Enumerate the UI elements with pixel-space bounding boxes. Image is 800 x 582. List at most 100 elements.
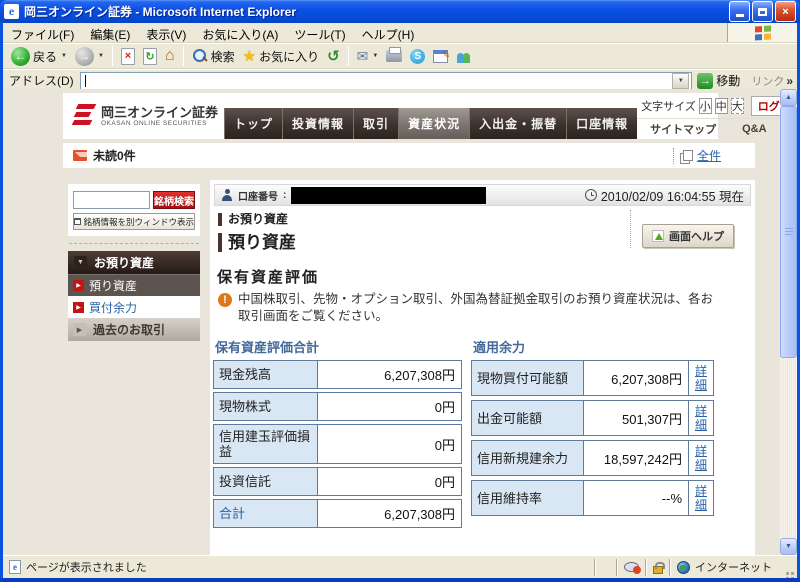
resize-grip[interactable] <box>781 556 797 578</box>
menu-bar: ファイル(F) 編集(E) 表示(V) お気に入り(A) ツール(T) ヘルプ(… <box>3 23 797 43</box>
tab-trade[interactable]: 取引 <box>353 108 398 139</box>
browser-window: e 岡三オンライン証券 - Microsoft Internet Explore… <box>0 0 800 582</box>
font-size-large-button[interactable]: 大 <box>731 98 744 114</box>
home-button[interactable]: ⌂ <box>161 47 179 65</box>
all-messages-link[interactable]: 全件 <box>697 147 721 164</box>
scrollbar-thumb[interactable] <box>780 106 797 358</box>
go-button[interactable]: → 移動 <box>692 72 745 89</box>
table-row: 信用維持率 --% 詳細 <box>471 480 714 516</box>
link-qa[interactable]: Q&A <box>729 123 779 135</box>
row-value: 18,597,242円 <box>584 441 688 475</box>
link-sitemap[interactable]: サイトマップ <box>637 121 729 137</box>
popup-blocked-indicator[interactable] <box>618 556 645 578</box>
menu-edit[interactable]: 編集(E) <box>82 23 138 42</box>
back-dropdown-icon[interactable]: ▼ <box>61 53 67 59</box>
tab-asset-status[interactable]: 資産状況 <box>398 108 469 139</box>
site-header: 岡三オンライン証券 OKASAN ONLINE SECURITIES トップ 投… <box>63 93 718 139</box>
security-indicator[interactable] <box>647 556 669 578</box>
page-viewport: 岡三オンライン証券 OKASAN ONLINE SECURITIES トップ 投… <box>3 89 797 555</box>
address-dropdown-icon[interactable]: ▼ <box>672 73 689 89</box>
tab-account-info[interactable]: 口座情報 <box>566 108 637 139</box>
detail-link[interactable]: 詳細 <box>695 364 708 392</box>
thumb-grip <box>785 228 793 236</box>
refresh-button[interactable]: ↻ <box>139 47 161 66</box>
sidebar-item-deposit-assets[interactable]: ▶ 預り資産 <box>68 274 200 296</box>
search-button[interactable]: 検索 <box>188 47 239 66</box>
forward-dropdown-icon[interactable]: ▼ <box>98 53 104 59</box>
scroll-down-button[interactable]: ▼ <box>780 538 797 555</box>
site-logo[interactable]: 岡三オンライン証券 OKASAN ONLINE SECURITIES <box>63 93 224 139</box>
address-input[interactable]: ▼ <box>80 72 693 90</box>
font-size-medium-button[interactable]: 中 <box>715 98 728 114</box>
sidebar: 銘柄検索 銘柄情報を別ウィンドウ表示 ▼ お預り資産 ▶ 預り資産 ▶ 買付余力 <box>68 184 200 341</box>
stop-button[interactable]: × <box>117 47 139 66</box>
tab-deposit-transfer[interactable]: 入出金・振替 <box>469 108 566 139</box>
mail-dropdown-icon[interactable]: ▼ <box>372 53 378 59</box>
stock-info-popup-button[interactable]: 銘柄情報を別ウィンドウ表示 <box>73 213 195 230</box>
skype-button[interactable]: S <box>406 48 429 65</box>
print-button[interactable] <box>382 49 406 63</box>
mail-button[interactable]: ✉ ▼ <box>353 47 383 66</box>
tab-top[interactable]: トップ <box>224 108 282 139</box>
links-chevron-icon[interactable]: » <box>786 74 793 88</box>
account-number-redacted <box>291 187 486 204</box>
row-value: 6,207,308円 <box>318 500 461 527</box>
stock-search-input[interactable] <box>73 191 150 209</box>
applicable-margin: 適用余力 現物買付可能額 6,207,308円 詳細 出金可能額 501,307… <box>471 337 714 531</box>
address-label: アドレス(D) <box>9 72 74 89</box>
favorites-button[interactable]: ★ お気に入り <box>239 46 323 66</box>
minimize-button[interactable] <box>729 1 750 22</box>
new-window-icon <box>74 218 81 225</box>
back-button[interactable]: ← 戻る ▼ <box>7 46 71 67</box>
row-value: 6,207,308円 <box>584 361 688 395</box>
messenger-button[interactable] <box>452 48 476 64</box>
detail-link[interactable]: 詳細 <box>695 444 708 472</box>
window-title: 岡三オンライン証券 - Microsoft Internet Explorer <box>24 3 727 20</box>
table-row-total: 合計 6,207,308円 <box>213 499 462 528</box>
section-title-valuation: 保有資産評価 <box>217 266 748 287</box>
screen-help-button[interactable]: 画面ヘルプ <box>642 224 734 248</box>
search-icon <box>192 48 208 64</box>
ie-icon: e <box>4 4 19 19</box>
sidebar-item-buying-power[interactable]: ▶ 買付余力 <box>68 296 200 318</box>
detail-link[interactable]: 詳細 <box>695 484 708 512</box>
links-label[interactable]: リンク <box>751 73 784 89</box>
favorites-star-icon: ★ <box>243 47 256 65</box>
menu-tools[interactable]: ツール(T) <box>286 23 353 42</box>
menu-file[interactable]: ファイル(F) <box>3 23 82 42</box>
close-button[interactable]: × <box>775 1 796 22</box>
vertical-scrollbar[interactable]: ▲ ▼ <box>780 89 797 555</box>
row-value: 6,207,308円 <box>318 361 461 388</box>
status-bar: e ページが表示されました インターネット <box>3 555 797 578</box>
mail-icon: ✉ <box>357 48 369 65</box>
go-icon: → <box>697 73 713 89</box>
history-button[interactable]: ↺ <box>323 46 344 66</box>
tab-investment-info[interactable]: 投資情報 <box>282 108 353 139</box>
row-value: 0円 <box>318 393 461 420</box>
stock-search-button[interactable]: 銘柄検索 <box>153 191 195 209</box>
menu-view[interactable]: 表示(V) <box>138 23 194 42</box>
search-label: 検索 <box>211 48 235 65</box>
window-bottom-border <box>0 578 800 582</box>
scroll-up-button[interactable]: ▲ <box>780 89 797 106</box>
row-label: 現金残高 <box>219 367 271 382</box>
refresh-icon: ↻ <box>143 48 157 65</box>
font-size-small-button[interactable]: 小 <box>699 98 712 114</box>
edit-button[interactable] <box>429 49 452 64</box>
internet-zone-icon <box>677 561 690 574</box>
warning-icon: ! <box>218 293 232 307</box>
screen-help-icon <box>652 230 664 242</box>
sidebar-item-past-transactions[interactable]: ▶ 過去のお取引 <box>68 318 200 341</box>
forward-button[interactable]: → ▼ <box>71 46 108 67</box>
detail-link[interactable]: 詳細 <box>695 404 708 432</box>
table-row: 現金残高 6,207,308円 <box>213 360 462 389</box>
header-utility: 文字サイズ 小 中 大 ログアウト → サイトマップ Q&A ヘルプ <box>637 93 797 139</box>
menu-favorites[interactable]: お気に入り(A) <box>194 23 286 42</box>
logo-title: 岡三オンライン証券 <box>101 106 218 120</box>
menu-help[interactable]: ヘルプ(H) <box>354 23 423 42</box>
maximize-button[interactable] <box>752 1 773 22</box>
stop-icon: × <box>121 48 135 65</box>
sidebar-section-assets[interactable]: ▼ お預り資産 <box>68 251 200 274</box>
logo-subtitle: OKASAN ONLINE SECURITIES <box>101 120 218 127</box>
okasan-logo-icon <box>73 103 95 129</box>
